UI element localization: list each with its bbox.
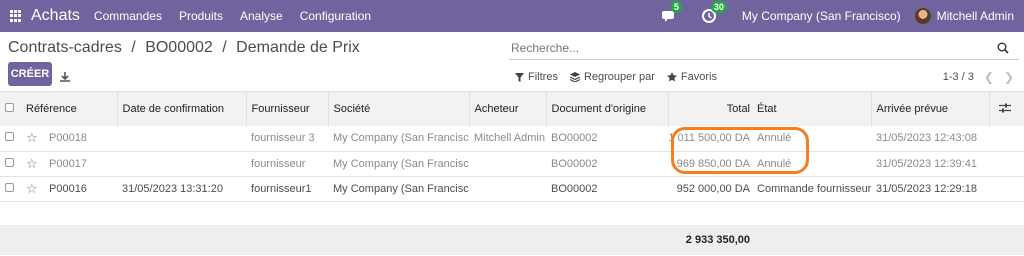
cell-buyer (469, 151, 546, 176)
messages-badge: 5 (670, 1, 682, 13)
col-document-origine[interactable]: Document d'origine (545, 92, 669, 126)
empty-row (0, 201, 1024, 225)
pager-next-icon[interactable]: ❯ (1004, 70, 1014, 84)
cell-company: My Company (San Francisco) (333, 157, 470, 170)
cell-date: 31/05/2023 13:31:20 (122, 182, 223, 195)
cell-arrival: 31/05/2023 12:39:41 (876, 157, 977, 170)
table-row[interactable]: ☆ P00018 fournisseur 3 My Company (San F… (0, 126, 1024, 151)
row-select-cell[interactable] (0, 176, 23, 201)
layers-icon (569, 72, 580, 82)
cell-state: Commande fournisseur (757, 182, 872, 195)
table-footer: 2 933 350,00 (0, 225, 1024, 255)
priority-star-icon[interactable]: ☆ (23, 176, 44, 201)
apps-menu-icon[interactable] (10, 10, 22, 22)
cell-company: My Company (San Francisco) (333, 132, 470, 145)
cell-arrival: 31/05/2023 12:43:08 (876, 132, 977, 145)
cell-reference: P00016 (49, 182, 87, 195)
col-date-confirmation[interactable]: Date de confirmation (116, 92, 247, 126)
favorites-label: Favoris (680, 71, 717, 83)
col-etat[interactable]: État (754, 92, 871, 126)
cell-state: Annulé (757, 132, 792, 145)
filter-icon (515, 72, 524, 82)
priority-star-icon[interactable]: ☆ (23, 151, 44, 176)
col-fournisseur[interactable]: Fournisseur (245, 92, 329, 126)
cell-company: My Company (San Francisco) (333, 182, 470, 195)
cell-origin: BO00002 (551, 132, 598, 145)
rfq-list-table: Référence Date de confirmation Fournisse… (0, 92, 1024, 255)
pager: 1-3 / 3 ❮ ❯ (943, 70, 1014, 84)
cell-supplier: fournisseur (251, 157, 306, 170)
user-menu[interactable]: Mitchell Admin (937, 9, 1014, 23)
breadcrumb: Contrats-cadres / BO00002 / Demande de P… (8, 39, 360, 57)
row-select-cell[interactable] (0, 126, 23, 151)
cell-reference: P00017 (49, 157, 87, 170)
control-panel: Contrats-cadres / BO00002 / Demande de P… (0, 32, 1024, 92)
filters-label: Filtres (528, 71, 558, 83)
pager-range[interactable]: 1-3 / 3 (943, 71, 974, 83)
search-input[interactable] (509, 38, 989, 58)
cell-supplier: fournisseur1 (251, 182, 312, 195)
user-avatar[interactable] (914, 8, 931, 24)
favorites-button[interactable]: Favoris (666, 71, 717, 83)
filters-button[interactable]: Filtres (515, 71, 558, 83)
cell-date (117, 151, 246, 176)
optional-columns-toggle[interactable] (988, 92, 1024, 126)
cell-total: 952 000,00 DA (676, 182, 751, 195)
search-bar (509, 38, 1019, 60)
priority-star-icon[interactable]: ☆ (23, 126, 44, 151)
menu-configuration[interactable]: Configuration (300, 9, 371, 23)
create-button[interactable]: CRÉER (8, 62, 52, 86)
cell-state: Annulé (757, 157, 792, 170)
breadcrumb-bo00002[interactable]: BO00002 (145, 39, 213, 56)
select-all-checkbox[interactable] (5, 103, 14, 112)
top-navbar: Achats Commandes Produits Analyse Config… (0, 0, 1024, 32)
star-icon (666, 72, 677, 82)
menu-analyse[interactable]: Analyse (240, 9, 283, 23)
table-header: Référence Date de confirmation Fournisse… (0, 92, 1024, 126)
cell-reference: P00018 (49, 132, 87, 145)
col-acheteur[interactable]: Acheteur (468, 92, 547, 126)
col-societe[interactable]: Société (327, 92, 470, 126)
breadcrumb-separator: / (222, 39, 227, 56)
cell-buyer: Mitchell Admin (474, 132, 545, 145)
cell-buyer (469, 176, 546, 201)
groupby-label: Regrouper par (583, 71, 655, 83)
row-checkbox[interactable] (5, 132, 14, 142)
activities-clock-icon[interactable]: 30 (701, 1, 727, 23)
cell-date (117, 126, 246, 151)
cell-origin: BO00002 (551, 157, 598, 170)
breadcrumb-contrats-cadres[interactable]: Contrats-cadres (8, 39, 122, 56)
select-all-cell[interactable] (0, 92, 23, 126)
activities-badge: 30 (710, 1, 727, 13)
cell-total: 969 850,00 DA (676, 157, 751, 170)
col-arrivee-prevue[interactable]: Arrivée prévue (870, 92, 990, 126)
row-checkbox[interactable] (5, 182, 14, 192)
app-name[interactable]: Achats (31, 7, 80, 25)
menu-commandes[interactable]: Commandes (94, 9, 162, 23)
row-checkbox[interactable] (5, 157, 14, 167)
search-options: Filtres Regrouper par Favoris (515, 71, 729, 83)
col-reference[interactable]: Référence (23, 92, 117, 126)
breadcrumb-separator: / (131, 39, 136, 56)
grand-total: 2 933 350,00 (685, 234, 751, 246)
table-row[interactable]: ☆ P00017 fournisseur My Company (San Fra… (0, 151, 1024, 176)
breadcrumb-current: Demande de Prix (236, 39, 360, 56)
row-select-cell[interactable] (0, 151, 23, 176)
cell-total: 1 011 500,00 DA (668, 132, 751, 145)
cell-supplier: fournisseur 3 (251, 132, 315, 145)
sliders-icon (998, 103, 1011, 112)
groupby-button[interactable]: Regrouper par (569, 71, 655, 83)
cell-origin: BO00002 (551, 182, 598, 195)
messages-icon[interactable]: 5 (661, 1, 682, 23)
company-switcher[interactable]: My Company (San Francisco) (742, 9, 901, 23)
cell-arrival: 31/05/2023 12:29:18 (876, 182, 977, 195)
col-total[interactable]: Total (667, 92, 755, 126)
menu-produits[interactable]: Produits (179, 9, 223, 23)
download-icon[interactable] (60, 69, 70, 87)
pager-prev-icon[interactable]: ❮ (984, 70, 994, 84)
search-icon[interactable] (997, 41, 1009, 59)
table-row[interactable]: ☆ P00016 31/05/2023 13:31:20 fournisseur… (0, 176, 1024, 201)
